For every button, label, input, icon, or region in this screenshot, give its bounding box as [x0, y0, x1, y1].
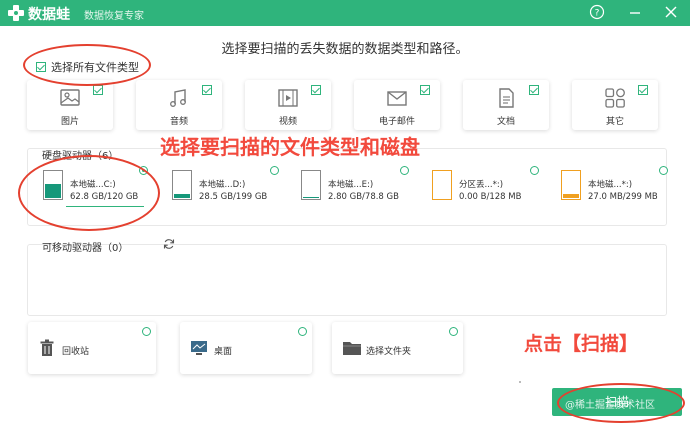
- file-type-document[interactable]: 文档: [463, 80, 549, 130]
- file-type-video[interactable]: 视频: [245, 80, 331, 130]
- desktop-icon: [191, 341, 207, 355]
- drive-e-radio[interactable]: [400, 166, 409, 175]
- recycle-bin-icon: [40, 339, 54, 356]
- checkbox-checked-icon: [638, 85, 648, 95]
- drive-icon: [561, 170, 581, 200]
- drive-size: 0.00 B/128 MB: [459, 192, 522, 202]
- file-type-label: 电子邮件: [378, 117, 415, 127]
- folder-icon: [343, 342, 361, 355]
- app-subtitle: 数据恢复专家: [84, 11, 144, 22]
- music-icon: [170, 89, 186, 107]
- title-bar: 数据蛙 数据恢复专家 ?: [0, 0, 690, 26]
- drive-e[interactable]: 本地磁...E:) 2.80 GB/78.8 GB: [301, 167, 431, 209]
- file-type-label: 音频: [169, 117, 188, 127]
- drive-d-radio[interactable]: [270, 166, 279, 175]
- minimize-button[interactable]: [626, 4, 644, 22]
- drive-name: 分区丢...*:): [459, 180, 504, 190]
- refresh-icon[interactable]: [163, 238, 175, 250]
- checkbox-checked-icon: [93, 85, 103, 95]
- drive-lost-partition[interactable]: 分区丢...*:) 0.00 B/128 MB: [432, 167, 562, 209]
- drive-size: 28.5 GB/199 GB: [199, 192, 268, 202]
- app-logo-icon: [8, 5, 24, 21]
- document-icon: [499, 88, 514, 108]
- file-type-label: 图片: [60, 117, 79, 127]
- highlight-oval-select-all: [23, 44, 151, 86]
- drive-name: 本地磁...D:): [199, 180, 246, 190]
- location-recycle-bin[interactable]: 回收站: [28, 322, 156, 374]
- close-icon: [665, 6, 677, 18]
- location-desktop[interactable]: 桌面: [180, 322, 312, 374]
- minimize-icon: [630, 12, 640, 14]
- drive-d[interactable]: 本地磁...D:) 28.5 GB/199 GB: [172, 167, 302, 209]
- drive-local-star[interactable]: 本地磁...*:) 27.0 MB/299 MB: [561, 167, 690, 209]
- drive-icon: [432, 170, 452, 200]
- file-type-other[interactable]: 其它: [572, 80, 658, 130]
- drive-local-star-radio[interactable]: [659, 166, 668, 175]
- file-type-label: 视频: [278, 117, 297, 127]
- location-label: 回收站: [62, 347, 90, 357]
- help-button[interactable]: ?: [588, 4, 606, 22]
- location-radio[interactable]: [142, 327, 151, 336]
- removable-drive-section: [27, 244, 667, 316]
- location-label: 选择文件夹: [366, 347, 412, 357]
- checkbox-checked-icon: [202, 85, 212, 95]
- annotation-select-types: 选择要扫描的文件类型和磁盘: [160, 135, 420, 159]
- email-icon: [387, 91, 407, 106]
- location-label: 桌面: [214, 347, 233, 357]
- removable-drive-title: 可移动驱动器（0）: [42, 243, 129, 254]
- divider-dot: [519, 381, 521, 383]
- drive-icon: [301, 170, 321, 200]
- help-icon: ?: [589, 4, 605, 20]
- highlight-oval-drive-c: [18, 155, 160, 231]
- other-icon: [605, 88, 625, 108]
- file-type-label: 其它: [605, 117, 624, 127]
- app-name: 数据蛙: [28, 7, 70, 23]
- svg-text:?: ?: [595, 9, 600, 19]
- checkbox-checked-icon: [311, 85, 321, 95]
- video-icon: [278, 89, 298, 107]
- file-type-label: 文档: [496, 117, 515, 127]
- file-type-image[interactable]: 图片: [27, 80, 113, 130]
- location-radio[interactable]: [298, 327, 307, 336]
- image-icon: [60, 89, 80, 106]
- close-button[interactable]: [662, 4, 680, 22]
- annotation-click-scan: 点击【扫描】: [524, 333, 639, 355]
- highlight-oval-scan: [557, 383, 685, 423]
- drive-name: 本地磁...E:): [328, 180, 374, 190]
- drive-name: 本地磁...*:): [588, 180, 633, 190]
- file-type-email[interactable]: 电子邮件: [354, 80, 440, 130]
- drive-icon: [172, 170, 192, 200]
- drive-size: 2.80 GB/78.8 GB: [328, 192, 399, 202]
- file-type-audio[interactable]: 音频: [136, 80, 222, 130]
- location-select-folder[interactable]: 选择文件夹: [332, 322, 463, 374]
- drive-lost-partition-radio[interactable]: [530, 166, 539, 175]
- checkbox-checked-icon: [529, 85, 539, 95]
- location-radio[interactable]: [449, 327, 458, 336]
- checkbox-checked-icon: [420, 85, 430, 95]
- drive-size: 27.0 MB/299 MB: [588, 192, 658, 202]
